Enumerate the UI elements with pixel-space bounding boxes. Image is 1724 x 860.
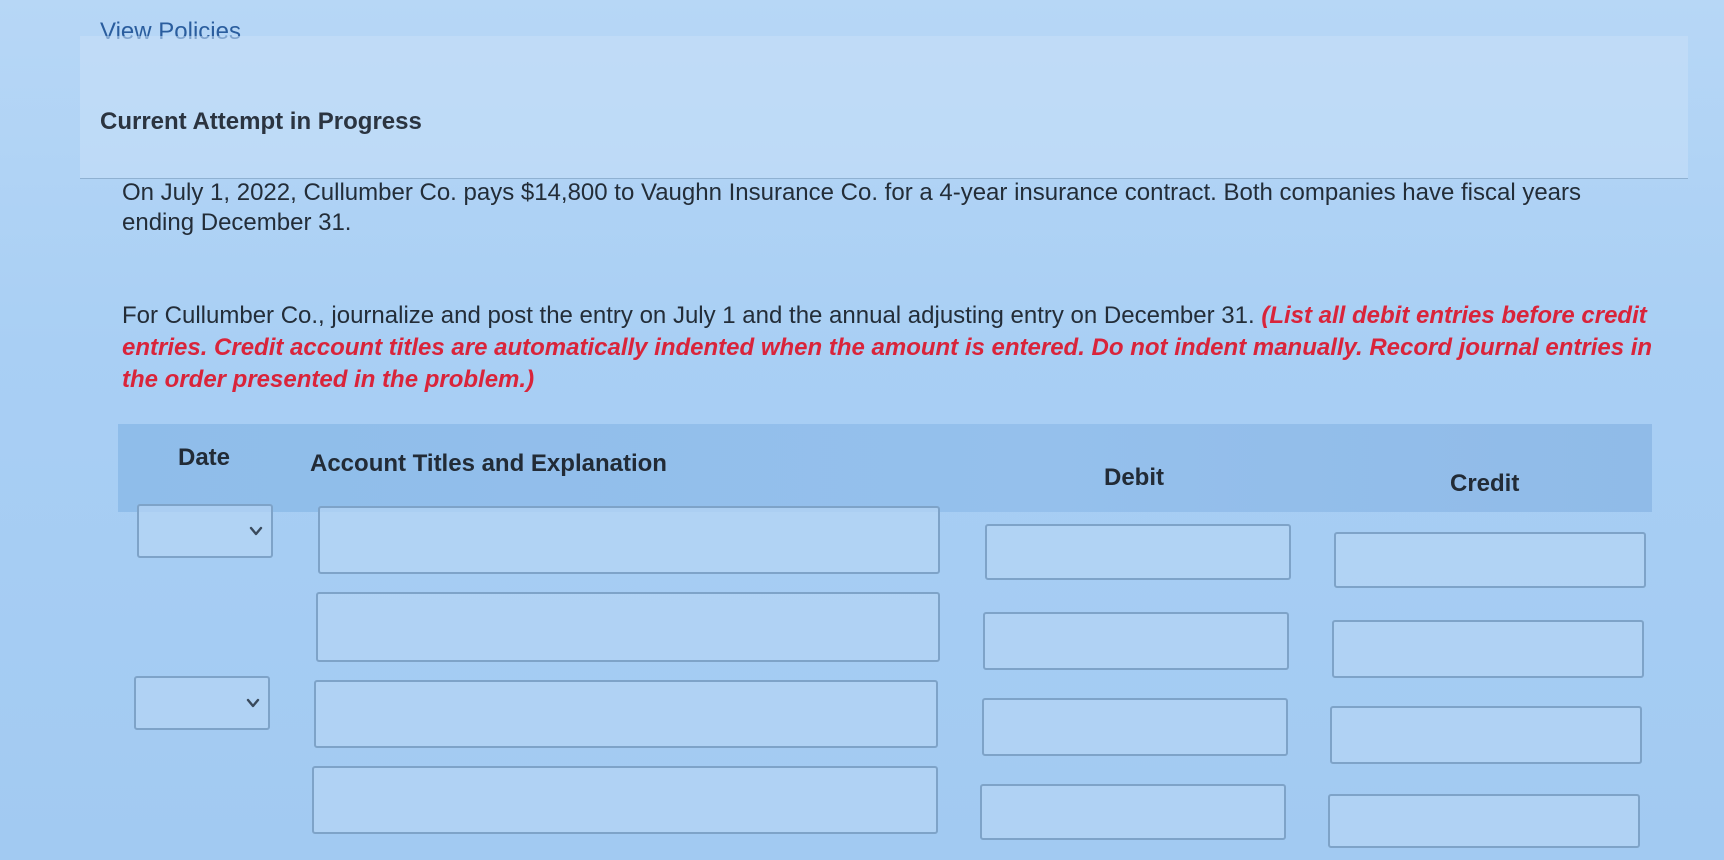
entry-2-row-2-debit-input[interactable] — [980, 784, 1286, 840]
entry-2-row-2-account-input[interactable] — [312, 766, 938, 834]
entry-1-row-2-debit-input[interactable] — [983, 612, 1289, 670]
entry-1-row-2-credit-input[interactable] — [1332, 620, 1644, 678]
column-header-date: Date — [178, 444, 231, 471]
entry-1-row-1-account-input[interactable] — [318, 506, 940, 574]
entry-1-date-select[interactable] — [137, 504, 273, 558]
instruction-main: For Cullumber Co., journalize and post t… — [122, 302, 1255, 329]
chevron-down-icon — [246, 698, 260, 708]
attempt-heading: Current Attempt in Progress — [100, 108, 422, 135]
problem-statement: On July 1, 2022, Cullumber Co. pays $14,… — [122, 179, 1582, 236]
entry-2-row-1-credit-input[interactable] — [1330, 706, 1642, 764]
entry-2-row-1-account-input[interactable] — [314, 680, 938, 748]
entry-1-row-1-debit-input[interactable] — [985, 524, 1291, 580]
entry-2-row-2-credit-input[interactable] — [1328, 794, 1640, 848]
entry-1-row-1-credit-input[interactable] — [1334, 532, 1646, 588]
chevron-down-icon — [249, 526, 263, 536]
column-header-account: Account Titles and Explanation — [310, 450, 667, 477]
column-header-debit: Debit — [1104, 464, 1164, 491]
entry-2-date-select[interactable] — [134, 676, 270, 730]
entry-2-row-1-debit-input[interactable] — [982, 698, 1288, 756]
instruction-paragraph: For Cullumber Co., journalize and post t… — [122, 300, 1672, 396]
entry-1-row-2-account-input[interactable] — [316, 592, 940, 662]
column-header-credit: Credit — [1450, 470, 1520, 497]
